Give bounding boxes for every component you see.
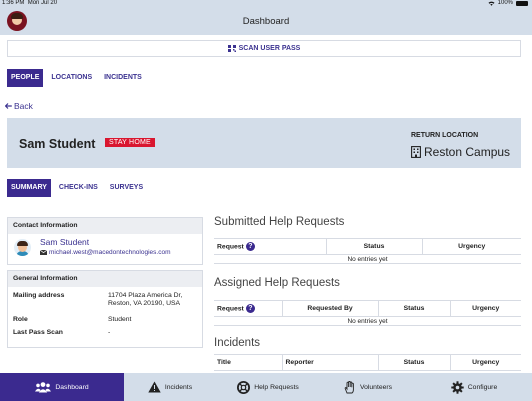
nav-volunteers[interactable]: Volunteers [320,373,416,401]
column-header: Status [377,300,450,317]
submitted-help-requests-title: Submitted Help Requests [214,216,345,228]
column-header: Urgency [449,354,521,371]
nav-volunteers-label: Volunteers [359,383,393,391]
tab-incidents[interactable]: INCIDENTS [100,69,146,87]
hand-icon [344,380,354,393]
info-row-mailing: Mailing address 11704 Plaza America Dr, … [8,292,202,316]
bottom-nav: Dashboard Incidents Help Requests Volunt… [0,373,532,401]
back-link[interactable]: Back [5,101,33,111]
contact-avatar [14,239,31,256]
profile-tabs: SUMMARY CHECK-INS SURVEYS [7,179,147,197]
tab-check-ins[interactable]: CHECK-INS [55,179,102,197]
info-key: Last Pass Scan [13,329,63,336]
building-icon [411,146,421,158]
contact-name-link[interactable]: Sam Student [40,237,89,247]
nav-configure-label: Configure [467,383,498,391]
incidents-table: Title Reporter Status Urgency [214,354,521,371]
nav-help-requests-label: Help Requests [254,383,299,391]
scan-label: SCAN USER PASS [238,45,301,52]
column-header: Requested By [281,300,378,317]
person-name: Sam Student [19,137,96,151]
tab-people[interactable]: PEOPLE [7,69,44,87]
assigned-help-requests-title: Assigned Help Requests [214,277,340,289]
contact-email: michael.west@macedontechnologies.com [49,249,171,256]
contact-card-title: Contact Information [8,218,202,234]
info-key: Role [13,316,28,323]
contact-information-card: Contact Information Sam Student michael.… [7,217,203,265]
assigned-help-requests-table: Request? Requested By Status Urgency No … [214,300,521,326]
column-header: Urgency [421,238,521,255]
info-value: 11704 Plaza America Dr, Reston, VA 20190… [108,292,183,307]
arrow-left-icon [5,103,12,109]
envelope-icon [40,250,47,255]
column-header: Urgency [449,300,521,317]
gear-icon [451,380,464,394]
nav-help-requests[interactable]: Help Requests [216,373,320,401]
column-header: Request? [214,238,326,255]
scan-user-pass-button[interactable]: SCAN USER PASS [7,40,521,57]
submitted-help-requests-table: Request? Status Urgency No entries yet [214,238,521,264]
status-date: Mon Jul 20 [27,0,58,6]
page-title: Dashboard [242,16,290,27]
person-banner: Sam Student STAY HOME RETURN LOCATION Re… [7,118,521,168]
nav-dashboard-label: Dashboard [55,383,89,391]
empty-state: No entries yet [214,316,521,326]
contact-email-link[interactable]: michael.west@macedontechnologies.com [40,249,171,256]
column-header: Request? [214,300,282,317]
status-time: 1:36 PM [2,0,25,6]
empty-state: No entries yet [214,254,521,264]
info-value: Student [108,316,132,323]
return-location-value: Reston Campus [424,145,511,159]
info-row-role: Role Student [8,316,202,329]
column-header: Title [214,354,282,371]
back-label: Back [14,101,33,111]
battery-icon [516,0,528,6]
return-location: Reston Campus [411,145,510,159]
app-header: Dashboard [0,8,532,35]
lifebuoy-icon [237,380,251,394]
return-location-label: RETURN LOCATION [411,132,479,139]
people-icon [35,381,52,392]
tab-locations[interactable]: LOCATIONS [47,69,96,87]
column-header: Reporter [281,354,378,371]
nav-dashboard[interactable]: Dashboard [0,373,124,401]
battery-percent: 100% [497,0,513,6]
info-key: Mailing address [13,292,65,299]
general-card-title: General Information [8,271,202,287]
incidents-title: Incidents [214,337,261,349]
info-row-last-pass-scan: Last Pass Scan - [8,329,202,342]
warning-icon [148,381,161,393]
nav-configure[interactable]: Configure [416,373,532,401]
general-information-card: General Information Mailing address 1170… [7,270,203,348]
help-icon[interactable]: ? [245,304,255,313]
nav-incidents[interactable]: Incidents [124,373,216,401]
column-header: Status [325,238,422,255]
qr-code-icon [227,45,236,52]
wifi-icon [488,1,495,6]
tab-surveys[interactable]: SURVEYS [106,179,147,197]
help-icon[interactable]: ? [245,242,255,251]
column-header: Status [377,354,450,371]
top-tabs: PEOPLE LOCATIONS INCIDENTS [7,69,146,87]
info-value: - [108,329,111,336]
status-badge: STAY HOME [105,138,155,147]
nav-incidents-label: Incidents [164,383,193,391]
tab-summary[interactable]: SUMMARY [7,179,51,197]
status-bar: 1:36 PM Mon Jul 20 100% [0,0,532,8]
